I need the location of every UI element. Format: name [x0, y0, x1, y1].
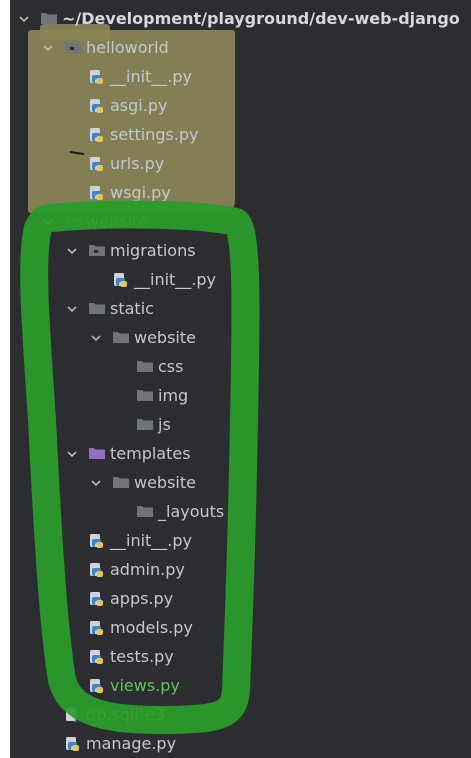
tree-item-apps-py[interactable]: apps.py: [10, 584, 471, 613]
python-file-icon: [88, 562, 104, 577]
folder-icon: [136, 504, 153, 518]
tree-item-label: __init__.py: [110, 67, 193, 86]
tree-item-urls-py[interactable]: urls.py: [10, 149, 471, 178]
python-file-icon: [112, 272, 128, 287]
chevron-down-icon[interactable]: [18, 14, 30, 24]
package-folder-icon: [64, 214, 81, 228]
tree-item-label: db.sqlite3: [86, 705, 166, 724]
chevron-down-icon[interactable]: [66, 304, 78, 314]
chevron-down-icon[interactable]: [90, 333, 102, 343]
chevron-down-icon[interactable]: [66, 449, 78, 459]
folder-icon: [112, 330, 129, 344]
python-file-icon: [88, 533, 104, 548]
tree-item-helloworld[interactable]: helloworld: [10, 33, 471, 62]
tree-item-init-py[interactable]: __init__.py: [10, 62, 471, 91]
tree-item-models-py[interactable]: models.py: [10, 613, 471, 642]
package-folder-icon: [64, 40, 81, 54]
tree-item-css[interactable]: css: [10, 352, 471, 381]
tree-item-label: urls.py: [110, 154, 165, 173]
tree-item-label: apps.py: [110, 589, 174, 608]
folder-icon: [40, 11, 57, 25]
tree-item-label: ~/Development/playground/dev-web-django: [62, 9, 460, 28]
tree-item-label: img: [158, 386, 189, 405]
tree-item-label: website: [134, 328, 196, 347]
python-file-icon: [88, 185, 104, 200]
tree-item-label: _layouts: [158, 502, 225, 521]
python-file-icon: [88, 678, 104, 693]
folder-icon: [136, 388, 153, 402]
python-file-icon: [88, 127, 104, 142]
tree-item-website[interactable]: website: [10, 323, 471, 352]
tree-item-label: tests.py: [110, 647, 174, 666]
tree-item-label: migrations: [110, 241, 196, 260]
tree-item-tests-py[interactable]: tests.py: [10, 642, 471, 671]
tree-item-settings-py[interactable]: settings.py: [10, 120, 471, 149]
tree-item-layouts[interactable]: _layouts: [10, 497, 471, 526]
templates-folder-icon: [88, 446, 105, 460]
tree-item-label: views.py: [110, 676, 180, 695]
tree-item-label: settings.py: [110, 125, 199, 144]
tree-item-development-playground-dev-web-django[interactable]: ~/Development/playground/dev-web-django: [10, 4, 471, 33]
folder-icon: [136, 359, 153, 373]
python-file-icon: [88, 591, 104, 606]
tree-item-label: __init__.py: [110, 531, 193, 550]
python-file-icon: [64, 736, 80, 751]
project-tree-panel: ~/Development/playground/dev-web-django h…: [10, 0, 471, 758]
tree-item-views-py[interactable]: views.py: [10, 671, 471, 700]
tree-item-website[interactable]: website: [10, 207, 471, 236]
tree-item-label: templates: [110, 444, 191, 463]
package-folder-icon: [88, 243, 105, 257]
tree-item-templates[interactable]: templates: [10, 439, 471, 468]
python-file-icon: [88, 69, 104, 84]
tree-item-label: manage.py: [86, 734, 177, 753]
tree-item-label: __init__.py: [134, 270, 217, 289]
tree-item-asgi-py[interactable]: asgi.py: [10, 91, 471, 120]
tree-item-img[interactable]: img: [10, 381, 471, 410]
folder-icon: [88, 301, 105, 315]
tree-item-static[interactable]: static: [10, 294, 471, 323]
tree-item-website[interactable]: website: [10, 468, 471, 497]
tree-item-manage-py[interactable]: manage.py: [10, 729, 471, 758]
tree-item-label: css: [158, 357, 184, 376]
tree-item-label: website: [134, 473, 196, 492]
chevron-down-icon[interactable]: [42, 43, 54, 53]
chevron-down-icon[interactable]: [90, 478, 102, 488]
tree-item-init-py[interactable]: __init__.py: [10, 526, 471, 555]
tree-item-js[interactable]: js: [10, 410, 471, 439]
svg-text:?: ?: [73, 714, 79, 723]
python-file-icon: [88, 649, 104, 664]
tree-item-label: js: [158, 415, 171, 434]
unknown-file-icon: ?: [64, 707, 80, 723]
tree-item-label: wsgi.py: [110, 183, 171, 202]
tree-item-db-sqlite3[interactable]: ? db.sqlite3: [10, 700, 471, 729]
tree-item-wsgi-py[interactable]: wsgi.py: [10, 178, 471, 207]
tree-item-admin-py[interactable]: admin.py: [10, 555, 471, 584]
tree-item-migrations[interactable]: migrations: [10, 236, 471, 265]
tree-item-label: static: [110, 299, 154, 318]
tree-item-label: helloworld: [86, 38, 169, 57]
tree-item-label: models.py: [110, 618, 193, 637]
tree-item-init-py[interactable]: __init__.py: [10, 265, 471, 294]
chevron-down-icon[interactable]: [66, 246, 78, 256]
chevron-down-icon[interactable]: [42, 217, 54, 227]
python-file-icon: [88, 620, 104, 635]
tree-item-label: asgi.py: [110, 96, 168, 115]
tree-item-label: website: [86, 212, 148, 231]
folder-icon: [112, 475, 129, 489]
folder-icon: [136, 417, 153, 431]
python-file-icon: [88, 98, 104, 113]
tree-item-label: admin.py: [110, 560, 185, 579]
python-file-icon: [88, 156, 104, 171]
